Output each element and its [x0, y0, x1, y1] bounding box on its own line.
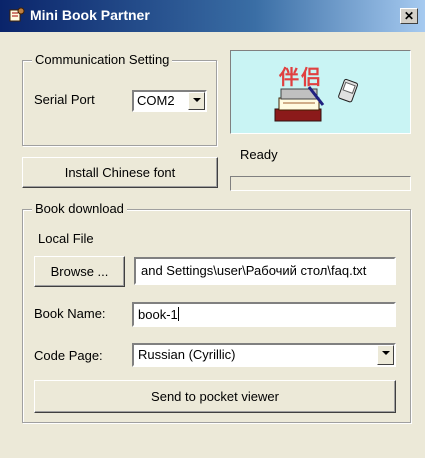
- download-progress-bar: [230, 176, 411, 191]
- browse-label: Browse ...: [50, 264, 109, 279]
- code-page-value: Russian (Cyrillic): [138, 347, 236, 362]
- code-page-dropdown-button[interactable]: [377, 345, 394, 365]
- chevron-down-icon: [192, 98, 201, 102]
- book-name-label: Book Name:: [34, 306, 106, 321]
- status-text: Ready: [240, 147, 278, 162]
- local-file-path-value: and Settings\user\Рабочий стол\faq.txt: [141, 263, 367, 278]
- book-name-input[interactable]: book-1: [132, 302, 396, 327]
- code-page-select[interactable]: Russian (Cyrillic): [132, 343, 396, 367]
- chevron-down-icon: [381, 351, 390, 355]
- communication-setting-title: Communication Setting: [32, 52, 173, 67]
- local-file-label: Local File: [38, 231, 94, 246]
- local-file-path-input[interactable]: and Settings\user\Рабочий стол\faq.txt: [134, 257, 396, 285]
- close-button[interactable]: ✕: [400, 8, 418, 24]
- text-caret: [177, 307, 179, 321]
- browse-button[interactable]: Browse ...: [34, 256, 125, 287]
- logo-panel: 伴侣: [230, 50, 411, 134]
- title-bar[interactable]: Mini Book Partner ✕: [0, 0, 425, 32]
- code-page-label: Code Page:: [34, 348, 103, 363]
- install-chinese-font-label: Install Chinese font: [64, 165, 176, 180]
- send-to-pocket-viewer-label: Send to pocket viewer: [151, 389, 279, 404]
- app-book-icon: [8, 6, 26, 24]
- book-download-title: Book download: [32, 201, 127, 216]
- main-window: Mini Book Partner ✕ Communication Settin…: [0, 0, 425, 458]
- window-title: Mini Book Partner: [30, 7, 150, 23]
- serial-port-value: COM2: [137, 93, 175, 108]
- books-illustration: [274, 78, 358, 122]
- install-chinese-font-button[interactable]: Install Chinese font: [22, 157, 218, 188]
- serial-port-dropdown-button[interactable]: [188, 92, 205, 110]
- serial-port-select[interactable]: COM2: [132, 90, 207, 112]
- close-icon: ✕: [403, 9, 415, 23]
- send-to-pocket-viewer-button[interactable]: Send to pocket viewer: [34, 380, 396, 413]
- book-name-value: book-1: [138, 307, 178, 322]
- serial-port-label: Serial Port: [34, 92, 95, 107]
